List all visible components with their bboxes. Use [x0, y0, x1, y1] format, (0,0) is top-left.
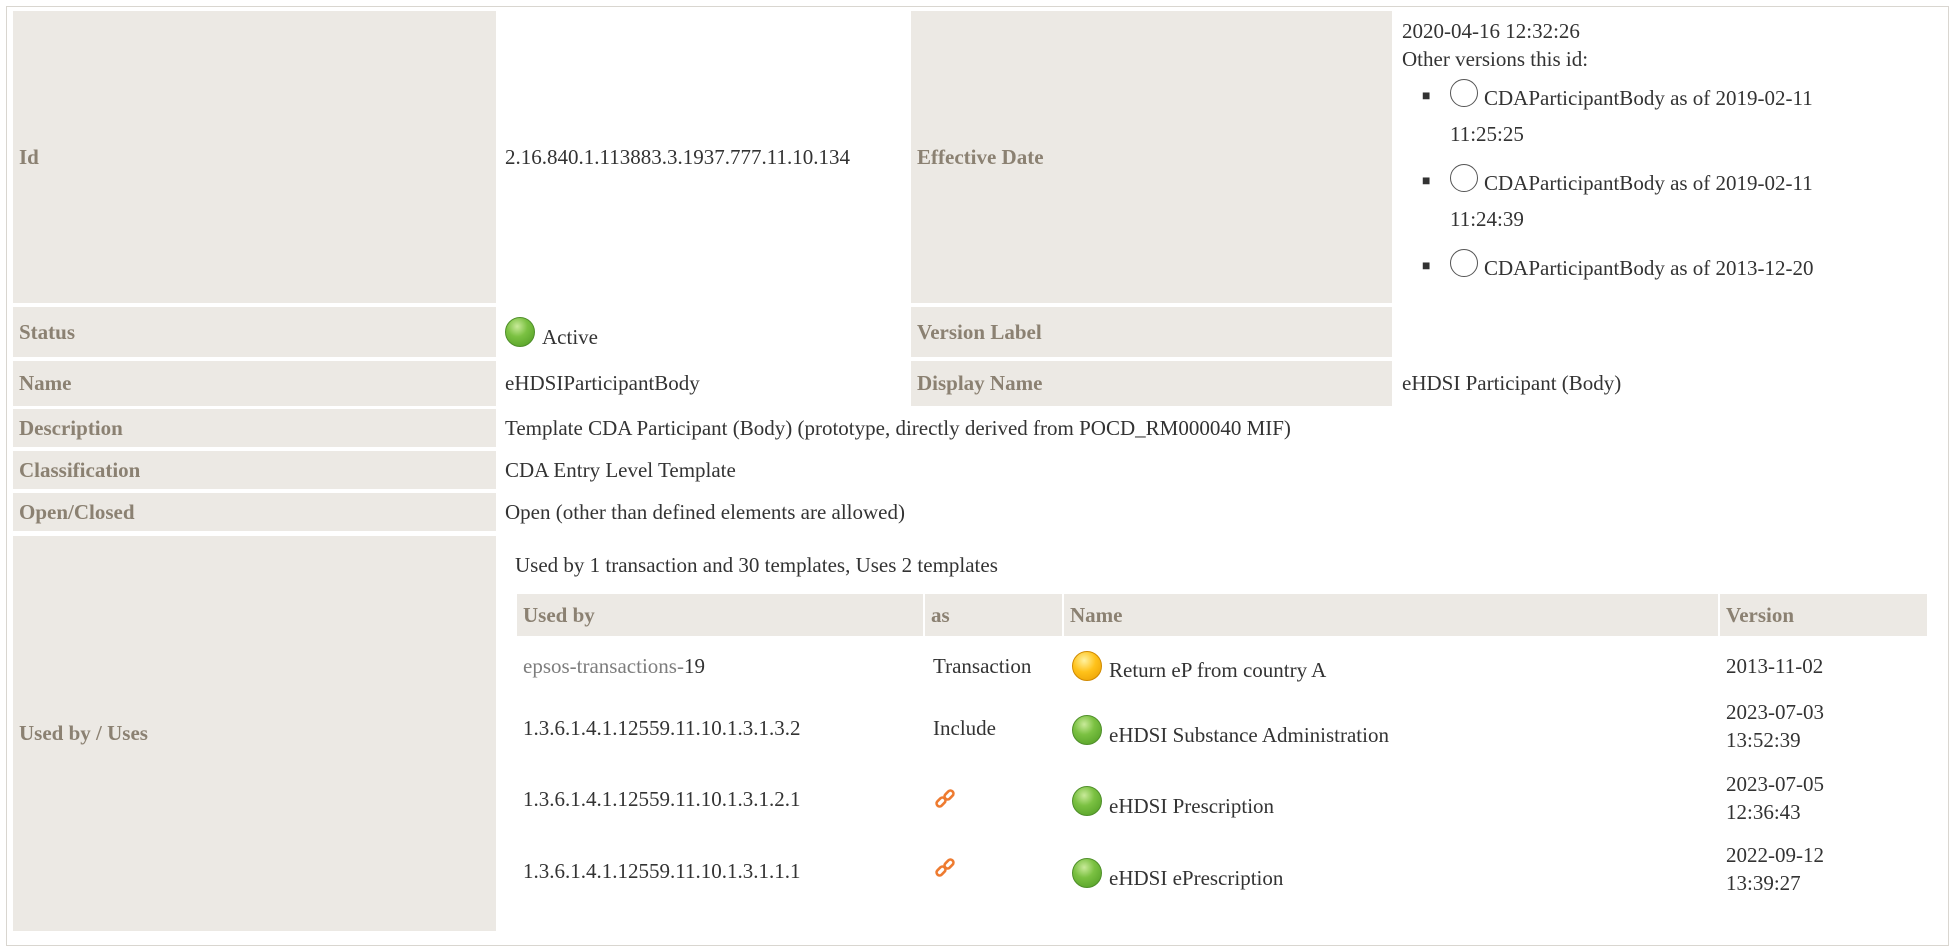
effective-date-value: 2020-04-16 12:32:26: [1402, 19, 1580, 43]
status-pending-icon: [1072, 651, 1102, 681]
effective-date-cell: 2020-04-16 12:32:26 Other versions this …: [1394, 11, 1934, 303]
used-by-label: Used by / Uses: [13, 536, 496, 931]
status-active-icon: [1072, 858, 1102, 888]
usage-name-cell[interactable]: Return eP from country A: [1072, 646, 1712, 686]
column-header-version: Version: [1720, 594, 1927, 636]
description-label: Description: [13, 409, 496, 447]
usage-summary: Used by 1 transaction and 30 templates, …: [515, 553, 998, 577]
version-label-value: [1394, 307, 1934, 357]
transaction-link[interactable]: epsos-transactions-: [523, 654, 684, 679]
usage-version: 2023-07-03 13:52:39: [1726, 700, 1824, 752]
usage-name: eHDSI Prescription: [1109, 793, 1275, 818]
column-header-as: as: [925, 594, 1062, 636]
id-value: 2.16.840.1.113883.3.1937.777.11.10.134: [505, 144, 850, 169]
id-label: Id: [13, 11, 496, 303]
usage-version: 2023-07-05 12:36:43: [1726, 772, 1824, 824]
status-active-icon: [505, 317, 535, 347]
other-version-item[interactable]: ■ CDAParticipantBody as of 2019-02-11 11…: [1402, 164, 1934, 237]
bullet-icon: ■: [1422, 174, 1431, 189]
column-header-used-by: Used by: [517, 594, 923, 636]
other-version-item[interactable]: ■ CDAParticipantBody as of 2013-12-20: [1402, 249, 1934, 286]
table-row: epsos-transactions- 19: [523, 653, 705, 679]
name-value: eHDSIParticipantBody: [505, 371, 700, 395]
other-version-item[interactable]: ■ CDAParticipantBody as of 2019-02-11 11…: [1402, 79, 1934, 152]
open-closed-value: Open (other than defined elements are al…: [505, 499, 905, 524]
usage-name: eHDSI Substance Administration: [1109, 722, 1389, 747]
version-label-label: Version Label: [911, 307, 1392, 357]
effective-date-label: Effective Date: [911, 11, 1392, 303]
bullet-icon: ■: [1422, 89, 1431, 104]
usage-as: Transaction: [933, 653, 1032, 678]
usage-version: 2022-09-12 13:39:27: [1726, 843, 1824, 895]
usage-as-cell: [933, 848, 1063, 888]
classification-value: CDA Entry Level Template: [505, 457, 736, 482]
open-closed-label: Open/Closed: [13, 493, 496, 531]
name-label: Name: [13, 361, 496, 406]
display-name-value: eHDSI Participant (Body): [1402, 371, 1622, 395]
usage-as: Include: [933, 715, 996, 740]
other-versions-label: Other versions this id:: [1402, 47, 1589, 71]
link-icon[interactable]: [933, 787, 957, 811]
usage-name: Return eP from country A: [1109, 657, 1327, 682]
usage-name-cell[interactable]: eHDSI ePrescription: [1072, 851, 1712, 895]
status-active-icon: [1072, 715, 1102, 745]
column-header-name: Name: [1064, 594, 1718, 636]
version-radio-icon[interactable]: [1450, 79, 1478, 107]
usage-as-cell: [933, 779, 1063, 819]
bullet-icon: ■: [1422, 259, 1431, 274]
usage-used-by: 1.3.6.1.4.1.12559.11.10.1.3.1.3.2: [523, 715, 801, 740]
version-radio-icon[interactable]: [1450, 164, 1478, 192]
display-name-label: Display Name: [911, 361, 1392, 406]
usage-used-by: 1.3.6.1.4.1.12559.11.10.1.3.1.2.1: [523, 786, 801, 811]
status-active-icon: [1072, 786, 1102, 816]
status-value-cell: Active: [497, 307, 909, 357]
usage-name-cell[interactable]: eHDSI Prescription: [1072, 779, 1712, 823]
usage-used-by: 1.3.6.1.4.1.12559.11.10.1.3.1.1.1: [523, 858, 801, 883]
classification-label: Classification: [13, 451, 496, 489]
status-value: Active: [542, 324, 598, 349]
status-label: Status: [13, 307, 496, 357]
usage-version: 2013-11-02: [1726, 653, 1824, 678]
description-value: Template CDA Participant (Body) (prototy…: [505, 415, 1291, 440]
other-versions-list: ■ CDAParticipantBody as of 2019-02-11 11…: [1402, 79, 1934, 286]
link-icon[interactable]: [933, 856, 957, 880]
usage-name: eHDSI ePrescription: [1109, 865, 1284, 890]
version-radio-icon[interactable]: [1450, 249, 1478, 277]
usage-name-cell[interactable]: eHDSI Substance Administration: [1072, 708, 1712, 752]
